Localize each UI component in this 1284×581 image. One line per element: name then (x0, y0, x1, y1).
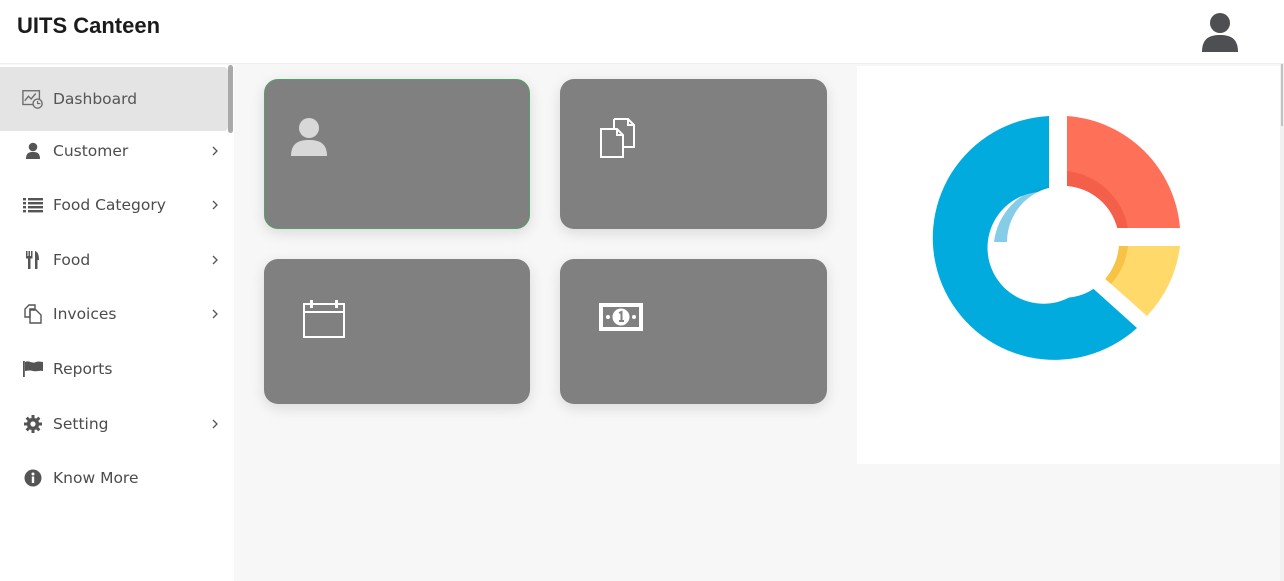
sidebar-item-label: Dashboard (53, 90, 138, 108)
sidebar-item-food-category[interactable]: Food Category (0, 179, 228, 231)
chevron-right-icon (212, 419, 218, 429)
scrollbar-thumb[interactable] (1281, 64, 1283, 126)
chevron-right-icon (212, 200, 218, 210)
top-bar: UITS Canteen (0, 0, 1284, 64)
info-icon (22, 467, 44, 489)
user-icon (22, 140, 44, 162)
sidebar-item-customer[interactable]: Customer (0, 125, 228, 177)
documents-icon (598, 117, 642, 164)
sidebar-item-label: Reports (53, 360, 113, 378)
sidebar: Dashboard Customer Food Category Food In… (0, 65, 234, 581)
user-avatar-icon[interactable] (1200, 12, 1240, 54)
page-scrollbar[interactable] (1280, 64, 1284, 581)
sidebar-item-label: Food Category (53, 196, 166, 214)
sidebar-item-reports[interactable]: Reports (0, 343, 228, 395)
list-icon (22, 194, 44, 216)
stat-card-calendar[interactable] (264, 259, 530, 404)
flag-icon (22, 358, 44, 380)
stat-card-customers[interactable] (264, 79, 530, 229)
chart-illustration-panel (857, 66, 1280, 464)
dashboard-icon (22, 88, 44, 110)
sidebar-item-label: Invoices (53, 305, 117, 323)
gear-icon (22, 413, 44, 435)
sidebar-item-label: Setting (53, 415, 109, 433)
sidebar-item-dashboard[interactable]: Dashboard (0, 67, 228, 131)
sidebar-item-setting[interactable]: Setting (0, 398, 228, 450)
user-icon (290, 117, 328, 162)
copy-icon (22, 303, 44, 325)
donut-chart-illustration (932, 116, 1180, 360)
chevron-right-icon (212, 146, 218, 156)
chevron-right-icon (212, 255, 218, 265)
app-title: UITS Canteen (17, 13, 161, 38)
stat-card-revenue[interactable] (560, 259, 827, 404)
sidebar-item-invoices[interactable]: Invoices (0, 288, 228, 340)
sidebar-item-know-more[interactable]: Know More (0, 452, 228, 504)
utensils-icon (22, 249, 44, 271)
sidebar-item-food[interactable]: Food (0, 234, 228, 286)
sidebar-item-label: Customer (53, 142, 129, 160)
sidebar-item-label: Know More (53, 469, 139, 487)
sidebar-scrollbar[interactable] (228, 65, 233, 133)
sidebar-item-label: Food (53, 251, 91, 269)
calendar-icon (302, 299, 346, 344)
chevron-right-icon (212, 309, 218, 319)
money-bill-icon (598, 301, 644, 338)
stat-card-documents[interactable] (560, 79, 827, 229)
